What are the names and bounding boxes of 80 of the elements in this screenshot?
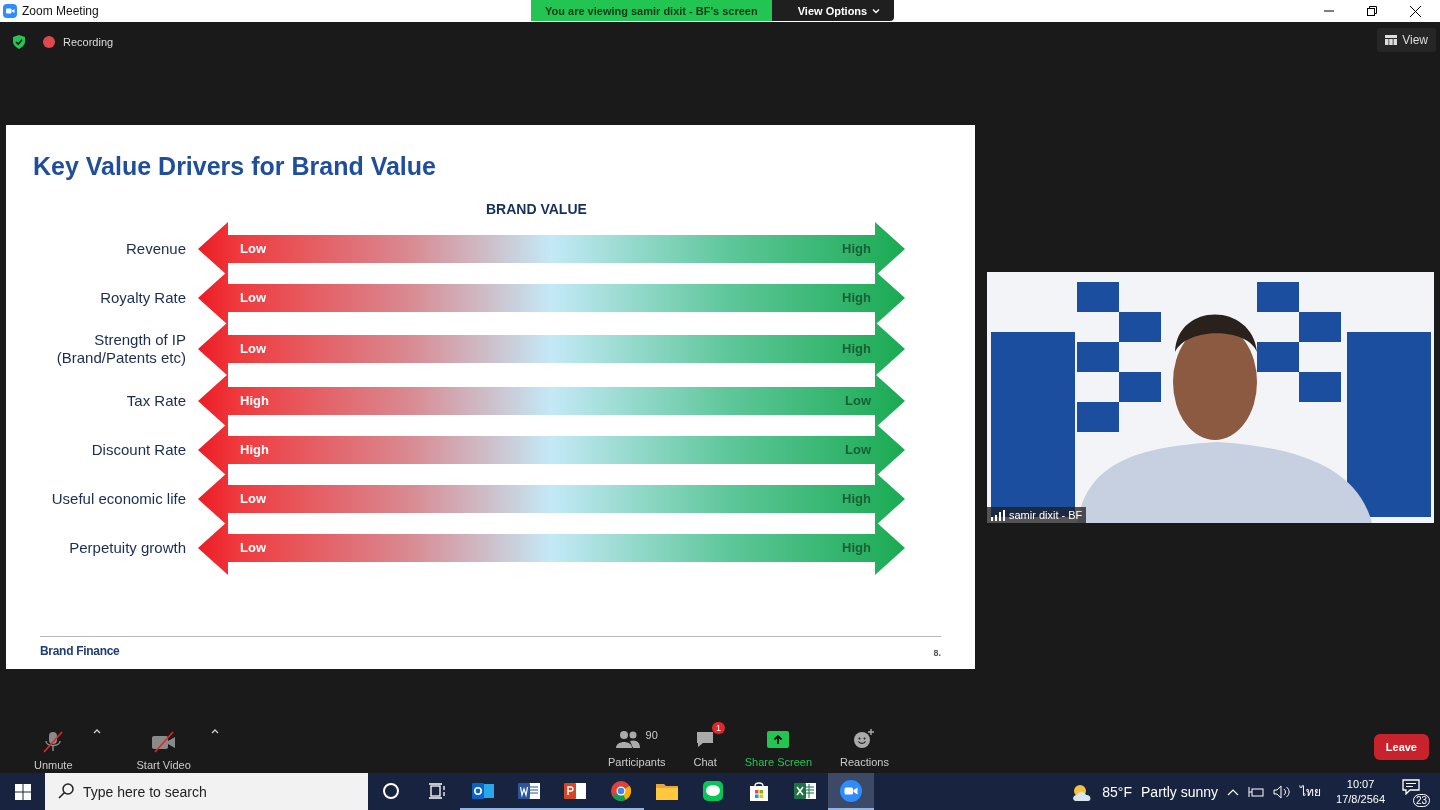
driver-label: Strength of IP (Brand/Patents etc) bbox=[55, 331, 186, 367]
leave-button[interactable]: Leave bbox=[1373, 733, 1429, 760]
video-camera-app-icon bbox=[840, 779, 862, 802]
close-icon[interactable] bbox=[1410, 5, 1421, 17]
input-language[interactable]: ไทย bbox=[1300, 782, 1322, 801]
recording-label: Recording bbox=[63, 36, 114, 48]
low-high-label: Low bbox=[240, 539, 266, 556]
chevron-icon bbox=[872, 7, 881, 14]
taskbar-search-field[interactable]: Type here to search bbox=[45, 773, 368, 810]
low-high-label: Low bbox=[845, 392, 871, 409]
presentation-app-icon bbox=[564, 780, 586, 801]
low-high-label: Low bbox=[240, 490, 266, 507]
unmute-button[interactable]: Unmute bbox=[20, 722, 87, 771]
low-high-label: Low bbox=[240, 341, 266, 357]
low-high-label: High bbox=[842, 240, 871, 257]
task-view-icon bbox=[428, 782, 446, 799]
clock-date[interactable]: 17/8/2564 bbox=[1336, 791, 1385, 807]
driver-label: Perpetuity growth bbox=[68, 538, 186, 557]
shopping-bag-icon bbox=[749, 780, 769, 801]
speech-app-icon bbox=[703, 780, 723, 801]
signal-icon bbox=[991, 509, 1005, 521]
page-number: 8. bbox=[933, 648, 941, 658]
low-high-label: Low bbox=[240, 289, 266, 306]
notification-icon bbox=[1402, 778, 1420, 795]
participants-button[interactable]: 90 Participants bbox=[594, 720, 680, 768]
windows-start-icon[interactable] bbox=[15, 783, 31, 800]
share-button[interactable]: Share Screen bbox=[730, 720, 826, 768]
speaker-icon[interactable] bbox=[1273, 784, 1292, 799]
reactions-button[interactable]: Reactions bbox=[826, 720, 903, 768]
chart-header: BRAND VALUE bbox=[486, 201, 588, 217]
mail-app-icon bbox=[472, 780, 494, 801]
smiley-add-icon bbox=[853, 729, 876, 749]
brand-logo: Brand Finance bbox=[40, 644, 120, 658]
grid-icon bbox=[1385, 35, 1398, 45]
clock-time[interactable]: 10:07 bbox=[1346, 776, 1375, 792]
low-high-label: High bbox=[240, 441, 269, 458]
chat-bubble-icon bbox=[695, 730, 716, 748]
restore-icon[interactable] bbox=[1367, 6, 1377, 16]
folder-icon bbox=[656, 781, 678, 800]
caret-icon[interactable] bbox=[210, 727, 219, 734]
chat-button[interactable]: 1 Chat bbox=[679, 720, 731, 768]
view-options-button[interactable]: View Options bbox=[771, 0, 895, 21]
shield-check-icon[interactable] bbox=[13, 35, 25, 49]
unread-badge: 1 bbox=[712, 722, 726, 734]
weather-temperature: 85°F bbox=[1102, 783, 1132, 800]
driver-label: Royalty Rate bbox=[99, 288, 186, 307]
low-high-label: High bbox=[842, 341, 871, 357]
low-high-label: High bbox=[842, 539, 871, 556]
participant-name: samir dixit - BF bbox=[1009, 509, 1083, 521]
driver-label: Discount Rate bbox=[90, 440, 186, 459]
driver-label: Useful economic life bbox=[50, 489, 186, 508]
zoom-logo-icon bbox=[3, 4, 17, 18]
recording-dot-icon bbox=[43, 36, 55, 48]
circle-icon bbox=[382, 781, 400, 800]
document-app-icon bbox=[518, 780, 540, 801]
notification-count: 23 bbox=[1412, 793, 1430, 807]
caret-icon[interactable] bbox=[92, 727, 101, 734]
low-high-label: High bbox=[842, 490, 871, 507]
search-icon bbox=[58, 783, 74, 799]
network-icon[interactable] bbox=[1248, 785, 1265, 798]
window-title: Zoom Meeting bbox=[22, 4, 99, 18]
low-high-label: High bbox=[842, 289, 871, 306]
low-high-label: Low bbox=[240, 240, 266, 257]
low-high-label: Low bbox=[845, 441, 871, 458]
taskbar-app-button[interactable] bbox=[828, 773, 874, 810]
weather-condition: Partly sunny bbox=[1141, 783, 1219, 800]
viewing-banner: You are viewing samir dixit - BF's screen bbox=[531, 0, 772, 21]
browser-icon bbox=[611, 780, 631, 801]
chevron-up-icon[interactable] bbox=[1227, 787, 1240, 796]
driver-label: Tax Rate bbox=[125, 391, 186, 410]
low-high-label: High bbox=[240, 392, 269, 409]
people-icon bbox=[615, 730, 640, 748]
notification-button[interactable]: 23 bbox=[1400, 776, 1430, 807]
spreadsheet-app-icon bbox=[794, 780, 816, 801]
view-button[interactable]: View bbox=[1377, 28, 1436, 52]
slide-title: Key Value Drivers for Brand Value bbox=[33, 152, 437, 181]
start-video-button[interactable]: Start Video bbox=[122, 722, 205, 771]
participant-count: 90 bbox=[645, 729, 658, 741]
driver-label: Revenue bbox=[124, 239, 186, 258]
share-screen-icon bbox=[767, 730, 790, 748]
